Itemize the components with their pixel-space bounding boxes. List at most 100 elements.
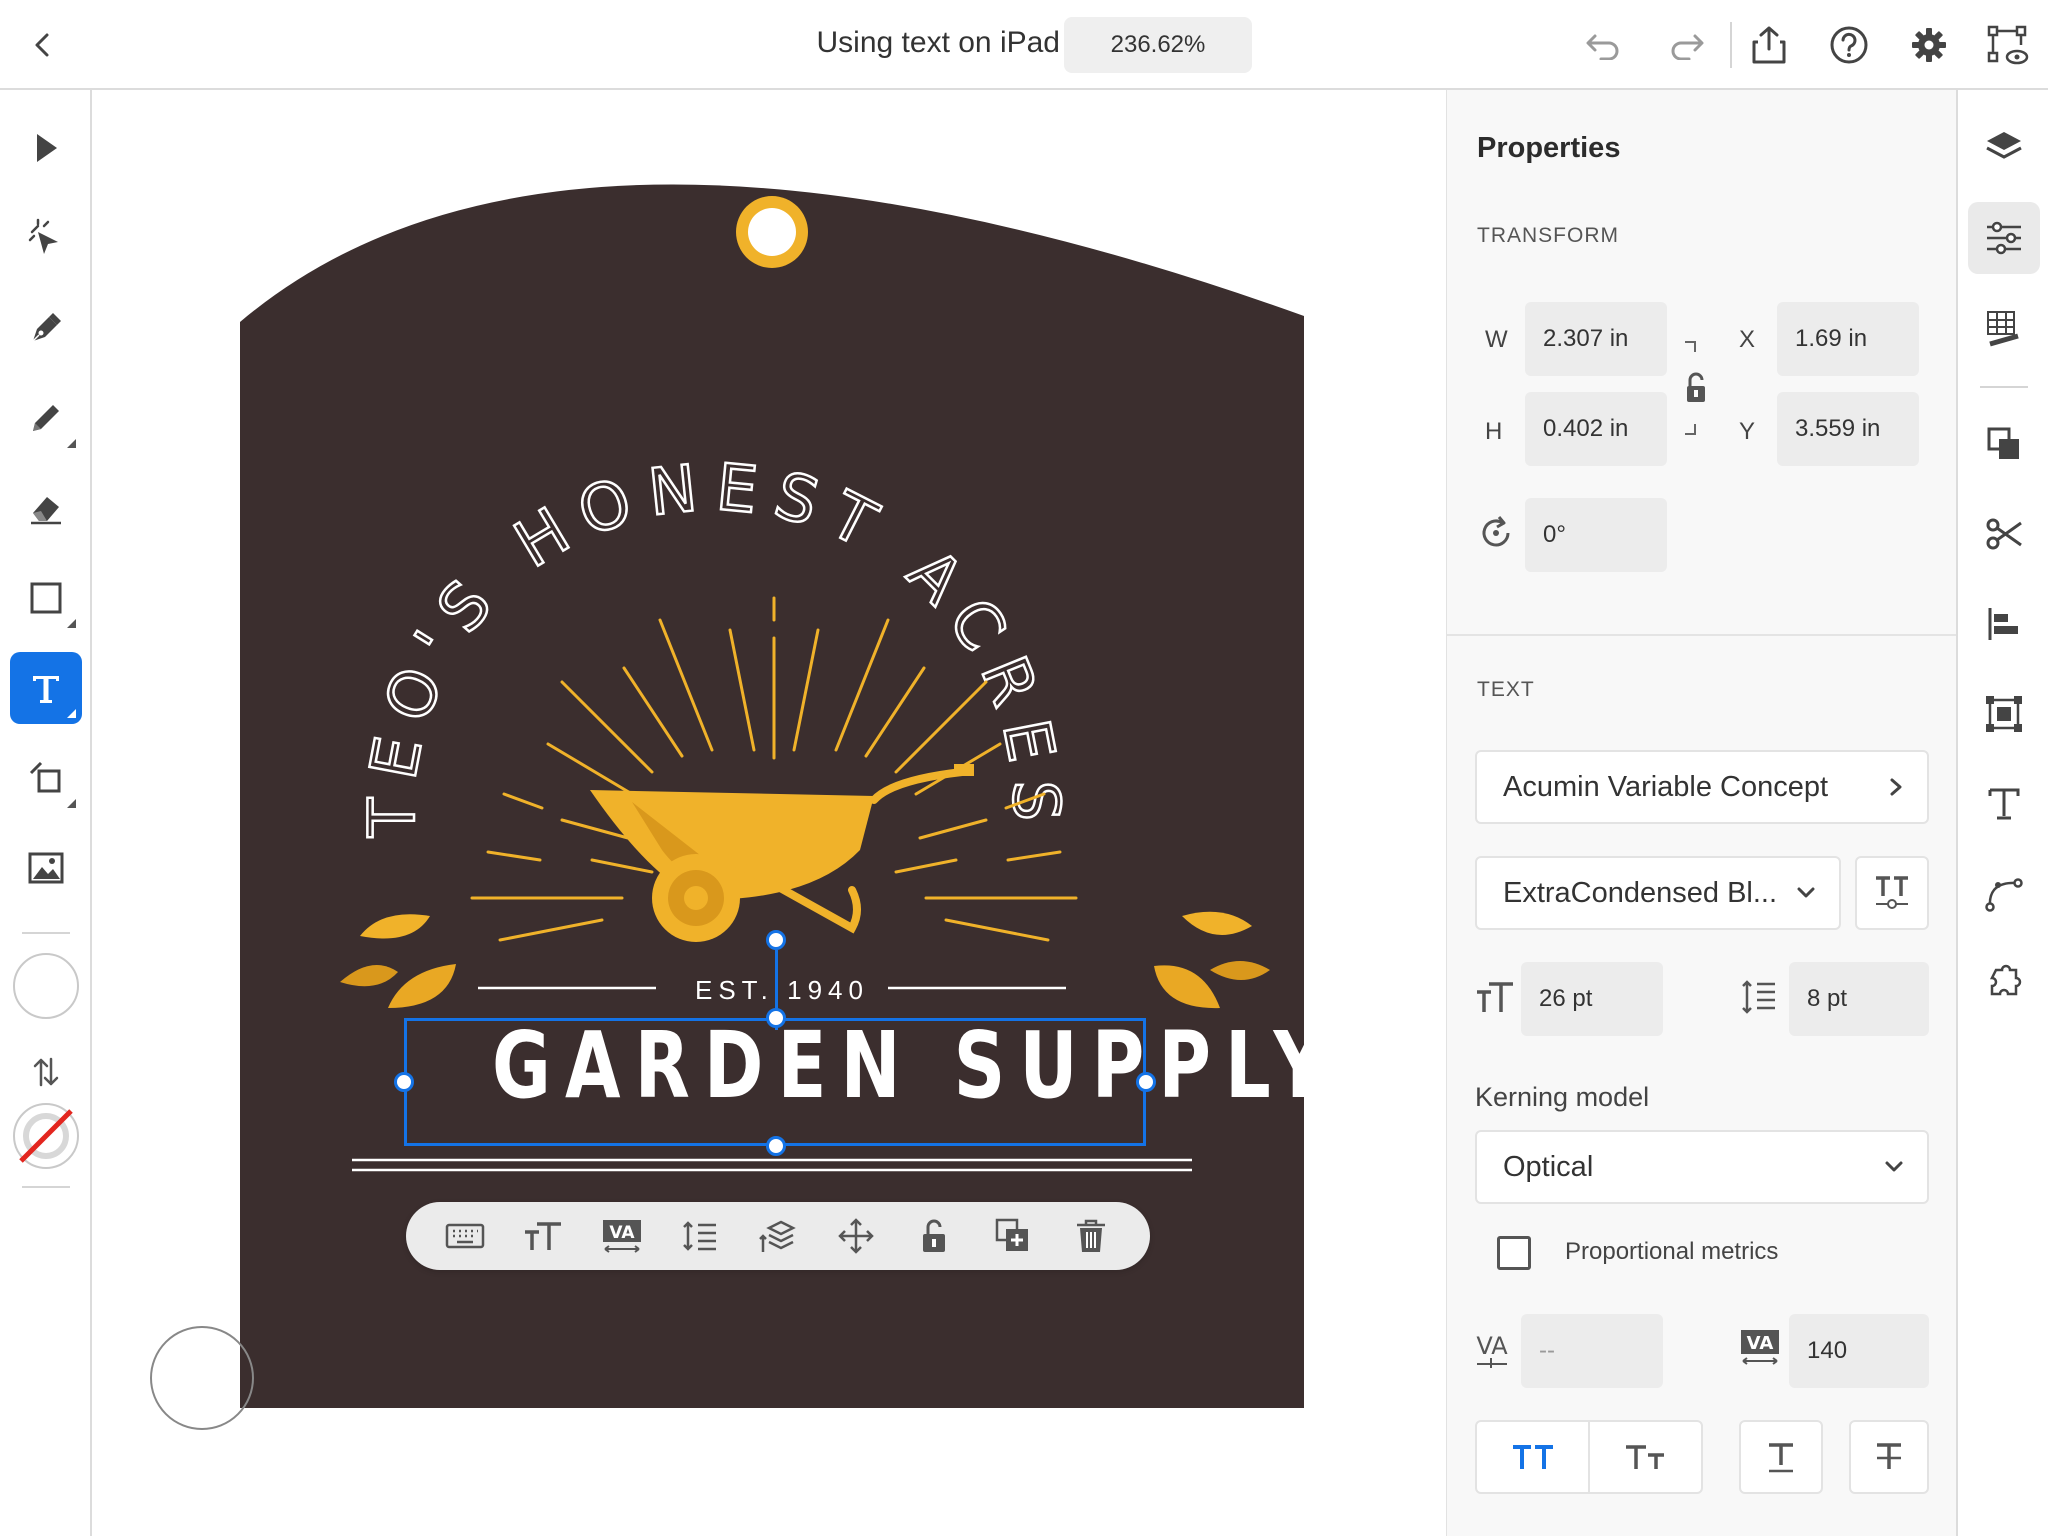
small-caps-icon bbox=[1625, 1445, 1664, 1469]
arrange-layers-icon bbox=[759, 1220, 796, 1252]
proportional-metrics-checkbox[interactable] bbox=[1497, 1236, 1531, 1270]
document-title[interactable]: Using text on iPad bbox=[780, 26, 1060, 60]
proportional-metrics-label: Proportional metrics bbox=[1565, 1238, 1779, 1265]
back-button[interactable] bbox=[20, 22, 66, 68]
font-size-field[interactable]: 26 pt bbox=[1521, 962, 1663, 1036]
arrow-pointer-icon bbox=[37, 134, 57, 162]
x-label: X bbox=[1739, 326, 1756, 353]
strikethrough-button[interactable] bbox=[1849, 1420, 1929, 1494]
shape-tool[interactable] bbox=[10, 562, 82, 634]
leading-button[interactable] bbox=[674, 1210, 726, 1262]
direct-selection-tool[interactable] bbox=[10, 202, 82, 274]
pathfinder-button[interactable] bbox=[1968, 408, 2040, 480]
toolbar-divider bbox=[1730, 22, 1732, 68]
grid-button[interactable] bbox=[1968, 292, 2040, 364]
properties-button[interactable] bbox=[1968, 202, 2040, 274]
kerning-model-select[interactable]: Optical bbox=[1475, 1130, 1929, 1204]
tracking-icon: VA bbox=[1739, 1328, 1781, 1368]
move-icon bbox=[838, 1218, 874, 1254]
rotation-handle[interactable] bbox=[766, 930, 786, 950]
variable-font-button[interactable] bbox=[1855, 856, 1929, 930]
chevron-down-icon bbox=[1885, 1161, 1903, 1172]
lock-button[interactable] bbox=[908, 1210, 960, 1262]
font-family-value: Acumin Variable Concept bbox=[1503, 770, 1829, 803]
align-left-icon bbox=[1988, 608, 2018, 640]
layers-icon bbox=[1986, 132, 2022, 159]
small-caps-button[interactable] bbox=[1588, 1422, 1701, 1492]
right-handle[interactable] bbox=[1136, 1072, 1156, 1092]
transform-panel-button[interactable] bbox=[1968, 678, 2040, 750]
cut-button[interactable] bbox=[1968, 498, 2040, 570]
eraser-tool[interactable] bbox=[10, 472, 82, 544]
touch-shortcut[interactable] bbox=[150, 1326, 254, 1430]
tracking-button[interactable]: VA bbox=[596, 1210, 648, 1262]
height-label: H bbox=[1485, 418, 1503, 445]
image-icon bbox=[28, 852, 64, 884]
lock-proportions-button[interactable] bbox=[1681, 334, 1711, 442]
y-label: Y bbox=[1739, 418, 1756, 445]
canvas[interactable]: TEO'S HONEST ACRES EST. 1940 GARDEN SUPP… bbox=[92, 90, 1446, 1536]
puzzle-icon bbox=[1989, 964, 2022, 996]
font-style-select[interactable]: ExtraCondensed Bl... bbox=[1475, 856, 1841, 930]
help-button[interactable] bbox=[1826, 22, 1872, 68]
underline-button[interactable] bbox=[1739, 1420, 1823, 1494]
lock-proportions-icon bbox=[1685, 341, 1705, 435]
swap-colors-button[interactable] bbox=[10, 1036, 82, 1108]
grid-ruler-icon bbox=[1987, 311, 2019, 347]
zoom-level[interactable]: 236.62% bbox=[1064, 17, 1252, 73]
font-family-select[interactable]: Acumin Variable Concept bbox=[1475, 750, 1929, 824]
left-handle[interactable] bbox=[394, 1072, 414, 1092]
toolbar-separator bbox=[22, 932, 70, 934]
align-button[interactable] bbox=[1968, 588, 2040, 660]
path-button[interactable] bbox=[1968, 858, 2040, 930]
kerning-field[interactable]: -- bbox=[1521, 1314, 1663, 1388]
leading-icon bbox=[682, 1221, 716, 1251]
arrange-button[interactable] bbox=[752, 1210, 804, 1262]
share-button[interactable] bbox=[1746, 22, 1792, 68]
tracking-field[interactable]: 140 bbox=[1789, 1314, 1929, 1388]
fill-color-swatch[interactable] bbox=[10, 950, 82, 1022]
settings-button[interactable] bbox=[1906, 22, 1952, 68]
leading-field[interactable]: 8 pt bbox=[1789, 962, 1929, 1036]
swap-arrows-icon bbox=[33, 1057, 59, 1087]
svg-text:VA: VA bbox=[609, 1223, 635, 1243]
est-text: EST. 1940 bbox=[695, 975, 869, 1005]
svg-text:VA: VA bbox=[1476, 1332, 1508, 1360]
undo-icon bbox=[1586, 34, 1619, 60]
preview-button[interactable] bbox=[1984, 22, 2030, 68]
x-field[interactable]: 1.69 in bbox=[1777, 302, 1919, 376]
stroke-color-swatch[interactable] bbox=[10, 1100, 82, 1172]
selection-bounding-box[interactable] bbox=[404, 1018, 1146, 1146]
delete-button[interactable] bbox=[1065, 1210, 1117, 1262]
rotation-field[interactable]: 0° bbox=[1525, 498, 1667, 572]
width-field[interactable]: 2.307 in bbox=[1525, 302, 1667, 376]
bottom-handle[interactable] bbox=[766, 1136, 786, 1156]
move-button[interactable] bbox=[830, 1210, 882, 1262]
keyboard-button[interactable] bbox=[439, 1210, 491, 1262]
eraser-icon bbox=[31, 497, 61, 525]
layers-button[interactable] bbox=[1968, 112, 2040, 184]
selection-tool[interactable] bbox=[10, 112, 82, 184]
plugins-button[interactable] bbox=[1968, 948, 2040, 1020]
undo-button[interactable] bbox=[1580, 22, 1626, 68]
place-image-tool[interactable] bbox=[10, 832, 82, 904]
type-tool[interactable] bbox=[10, 652, 82, 724]
all-caps-button[interactable] bbox=[1477, 1422, 1588, 1492]
duplicate-button[interactable] bbox=[987, 1210, 1039, 1262]
height-field[interactable]: 0.402 in bbox=[1525, 392, 1667, 466]
type-panel-button[interactable] bbox=[1968, 768, 2040, 840]
right-rail bbox=[1956, 90, 2048, 1536]
rectangle-icon bbox=[30, 582, 62, 614]
y-field[interactable]: 3.559 in bbox=[1777, 392, 1919, 466]
pencil-tool[interactable] bbox=[10, 382, 82, 454]
properties-panel: Properties TRANSFORM W 2.307 in H 0.402 … bbox=[1446, 90, 1957, 1536]
chevron-down-icon bbox=[1797, 887, 1815, 898]
font-size-icon bbox=[525, 1222, 562, 1250]
top-handle[interactable] bbox=[766, 1008, 786, 1028]
redo-button[interactable] bbox=[1664, 22, 1710, 68]
pencil-icon bbox=[33, 405, 59, 431]
width-label: W bbox=[1485, 326, 1508, 353]
pen-tool[interactable] bbox=[10, 292, 82, 364]
transform-tool[interactable] bbox=[10, 742, 82, 814]
font-size-button[interactable] bbox=[517, 1210, 569, 1262]
